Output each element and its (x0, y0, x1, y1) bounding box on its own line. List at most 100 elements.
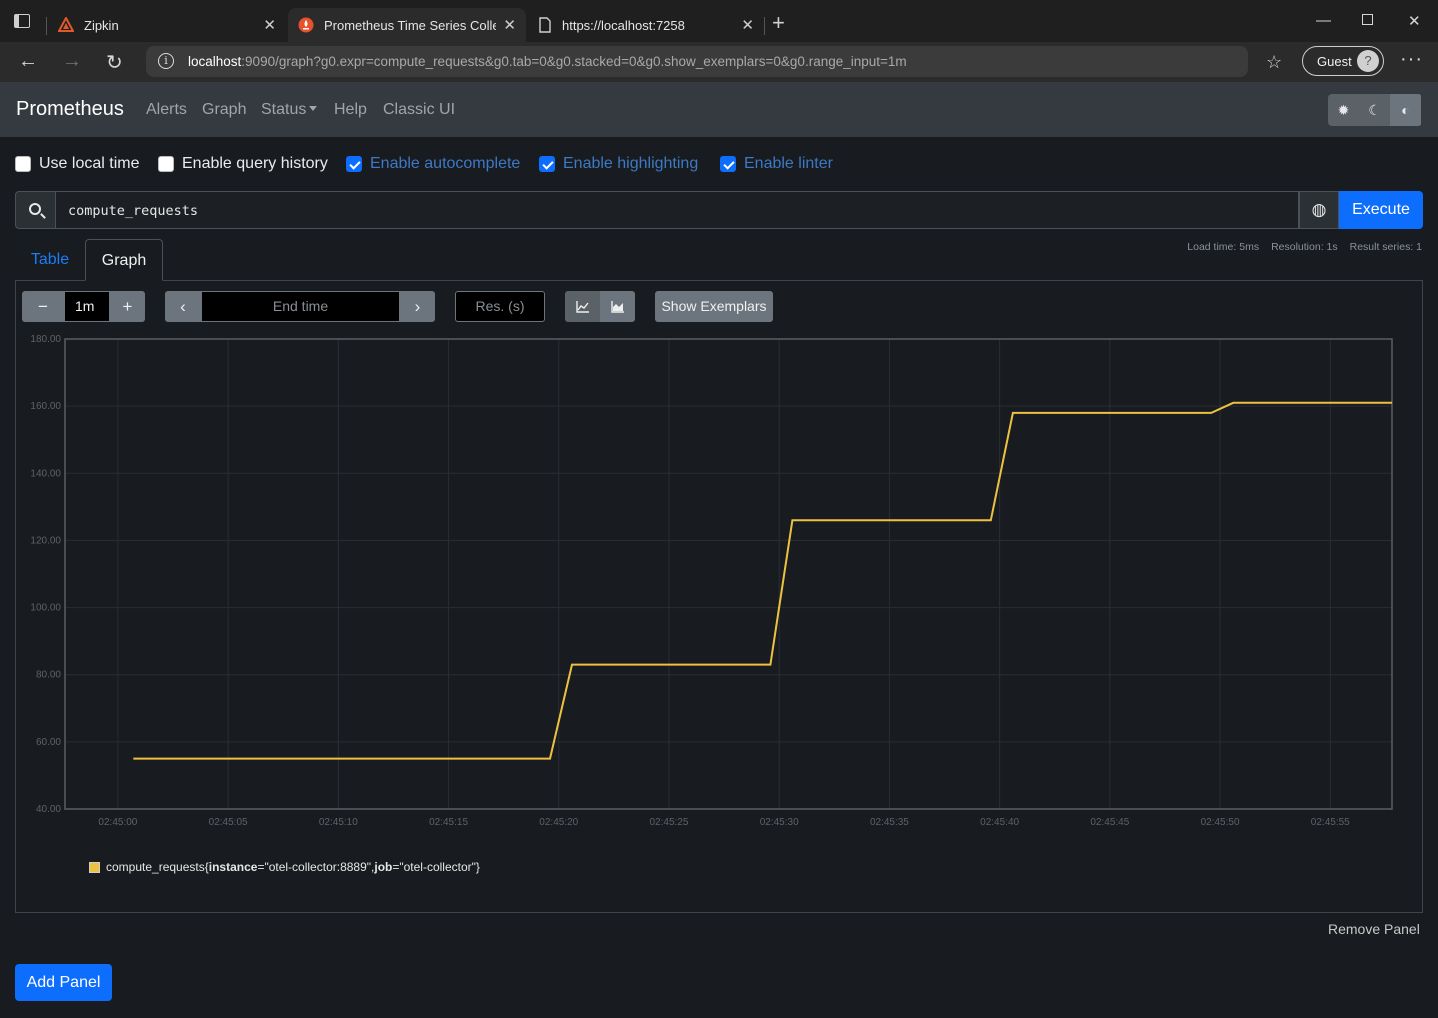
option-label: Enable highlighting (563, 155, 699, 172)
option-highlighting[interactable]: Enable highlighting (539, 154, 698, 174)
profile-button[interactable]: Guest ? (1302, 46, 1384, 76)
unstacked-chart-icon[interactable] (565, 291, 600, 322)
chart-legend[interactable]: compute_requests{instance ="otel-collecto… (89, 860, 480, 874)
tab-separator (46, 17, 47, 35)
remove-panel-link[interactable]: Remove Panel (1328, 921, 1420, 937)
checkbox[interactable] (346, 156, 362, 172)
expression-input[interactable]: compute_requests (56, 191, 1299, 229)
option-use-local-time[interactable]: Use local time (15, 154, 139, 174)
checkbox[interactable] (15, 156, 31, 172)
show-exemplars-button[interactable]: Show Exemplars (655, 291, 773, 322)
resolution-input[interactable]: Res. (s) (455, 291, 545, 322)
back-icon[interactable]: ← (18, 50, 38, 73)
stacked-chart-icon[interactable] (600, 291, 635, 322)
browser-tab-bar: Zipkin ✕ Prometheus Time Series Collecti… (0, 0, 1438, 42)
option-label: Enable query history (182, 155, 328, 172)
legend-label-value: ="otel-collector:8889", (257, 860, 375, 874)
tab-title: https://localhost:7258 (562, 17, 685, 33)
resolution: Resolution: 1s (1271, 241, 1338, 253)
x-tick-label: 02:45:20 (539, 817, 578, 828)
close-tab-icon[interactable]: ✕ (263, 16, 276, 34)
legend-label-value: ="otel-collector"} (392, 860, 480, 874)
zipkin-favicon-icon (58, 17, 74, 32)
option-linter[interactable]: Enable linter (720, 154, 833, 174)
browser-tab-zipkin[interactable]: Zipkin ✕ (50, 8, 286, 42)
browser-toolbar: ← → ↻ i localhost:9090/graph?g0.expr=com… (0, 42, 1438, 82)
page-icon (539, 17, 551, 33)
query-bar: compute_requests ◍ Execute (15, 191, 1423, 229)
nav-graph[interactable]: Graph (202, 101, 246, 119)
chart-canvas: 40.00 60.00 80.00 100.00 120.00 140.00 160.00 1… (30, 334, 1393, 828)
y-tick-label: 160.00 (30, 401, 61, 412)
y-tick-label: 80.00 (36, 670, 61, 681)
decrease-range-button[interactable]: − (22, 291, 64, 322)
x-tick-label: 02:45:10 (319, 817, 358, 828)
light-theme-icon[interactable]: ✹ (1328, 94, 1359, 126)
more-options-icon[interactable]: ··· (1400, 48, 1423, 71)
profile-label: Guest (1317, 54, 1352, 69)
series-line (133, 401, 1392, 760)
nav-alerts[interactable]: Alerts (146, 101, 187, 119)
x-tick-label: 02:45:00 (98, 817, 137, 828)
maximize-icon[interactable] (1362, 14, 1373, 25)
forward-icon[interactable]: → (62, 50, 82, 73)
result-series: Result series: 1 (1349, 241, 1422, 253)
option-query-history[interactable]: Enable query history (158, 154, 328, 174)
y-tick-label: 100.00 (30, 603, 61, 614)
auto-theme-icon[interactable]: ◐ (1390, 94, 1421, 126)
chevron-left-icon[interactable]: ‹ (165, 291, 201, 322)
prometheus-favicon-icon (298, 17, 314, 33)
metrics-explorer-icon[interactable]: ◍ (1299, 191, 1339, 229)
tab-actions-icon[interactable] (14, 14, 30, 28)
x-tick-label: 02:45:35 (870, 817, 909, 828)
end-time-input[interactable]: End time (201, 291, 400, 322)
time-series-chart[interactable]: 40.00 60.00 80.00 100.00 120.00 140.00 160.00 1… (16, 330, 1416, 830)
close-tab-icon[interactable]: ✕ (741, 16, 754, 34)
checkbox[interactable] (539, 156, 555, 172)
option-autocomplete[interactable]: Enable autocomplete (346, 154, 520, 174)
add-panel-button[interactable]: Add Panel (15, 964, 112, 1001)
x-tick-label: 02:45:40 (980, 817, 1019, 828)
search-icon (15, 191, 56, 229)
address-bar[interactable]: i localhost:9090/graph?g0.expr=compute_r… (146, 46, 1248, 77)
reload-icon[interactable]: ↻ (106, 50, 123, 75)
tab-table[interactable]: Table (15, 239, 85, 281)
new-tab-icon[interactable]: + (772, 12, 785, 34)
site-info-icon[interactable]: i (158, 53, 174, 69)
tab-title: Prometheus Time Series Collectio (324, 17, 496, 33)
option-label: Enable autocomplete (370, 155, 521, 172)
url-host: localhost (188, 54, 242, 69)
nav-help[interactable]: Help (334, 101, 367, 119)
plot-border (64, 338, 1393, 810)
browser-tab-prometheus[interactable]: Prometheus Time Series Collectio ✕ (288, 8, 526, 42)
url-path: :9090/graph?g0.expr=compute_requests&g0.… (241, 54, 907, 69)
tab-graph[interactable]: Graph (85, 239, 163, 281)
y-tick-label: 140.00 (30, 468, 61, 479)
minimize-icon[interactable]: — (1316, 12, 1331, 29)
favorites-icon[interactable]: ☆ (1266, 52, 1282, 73)
close-tab-icon[interactable]: ✕ (503, 16, 516, 34)
dark-theme-icon[interactable]: ☾ (1359, 94, 1390, 126)
nav-status[interactable]: Status (261, 101, 318, 119)
legend-label-key: job (374, 860, 393, 874)
option-label: Use local time (39, 155, 140, 172)
checkbox[interactable] (720, 156, 736, 172)
nav-status-label: Status (261, 101, 307, 118)
query-stats: Load time: 5ms Resolution: 1s Result ser… (1187, 241, 1422, 253)
option-label: Enable linter (744, 155, 833, 172)
tab-separator (764, 17, 765, 35)
tab-title: Zipkin (84, 17, 119, 33)
url-text: localhost:9090/graph?g0.expr=compute_req… (188, 54, 907, 69)
y-tick-label: 40.00 (36, 804, 61, 815)
prometheus-navbar: Prometheus Alerts Graph Status Help Clas… (0, 82, 1438, 137)
range-input[interactable]: 1m (64, 291, 110, 322)
brand-logo[interactable]: Prometheus (16, 98, 124, 121)
nav-classic-ui[interactable]: Classic UI (383, 101, 455, 119)
chevron-right-icon[interactable]: › (400, 291, 435, 322)
browser-tab-localhost[interactable]: https://localhost:7258 ✕ (528, 8, 764, 42)
close-window-icon[interactable]: ✕ (1408, 12, 1421, 30)
execute-button[interactable]: Execute (1339, 191, 1423, 229)
stack-toggle-group (565, 291, 635, 322)
increase-range-button[interactable]: + (110, 291, 145, 322)
checkbox[interactable] (158, 156, 174, 172)
